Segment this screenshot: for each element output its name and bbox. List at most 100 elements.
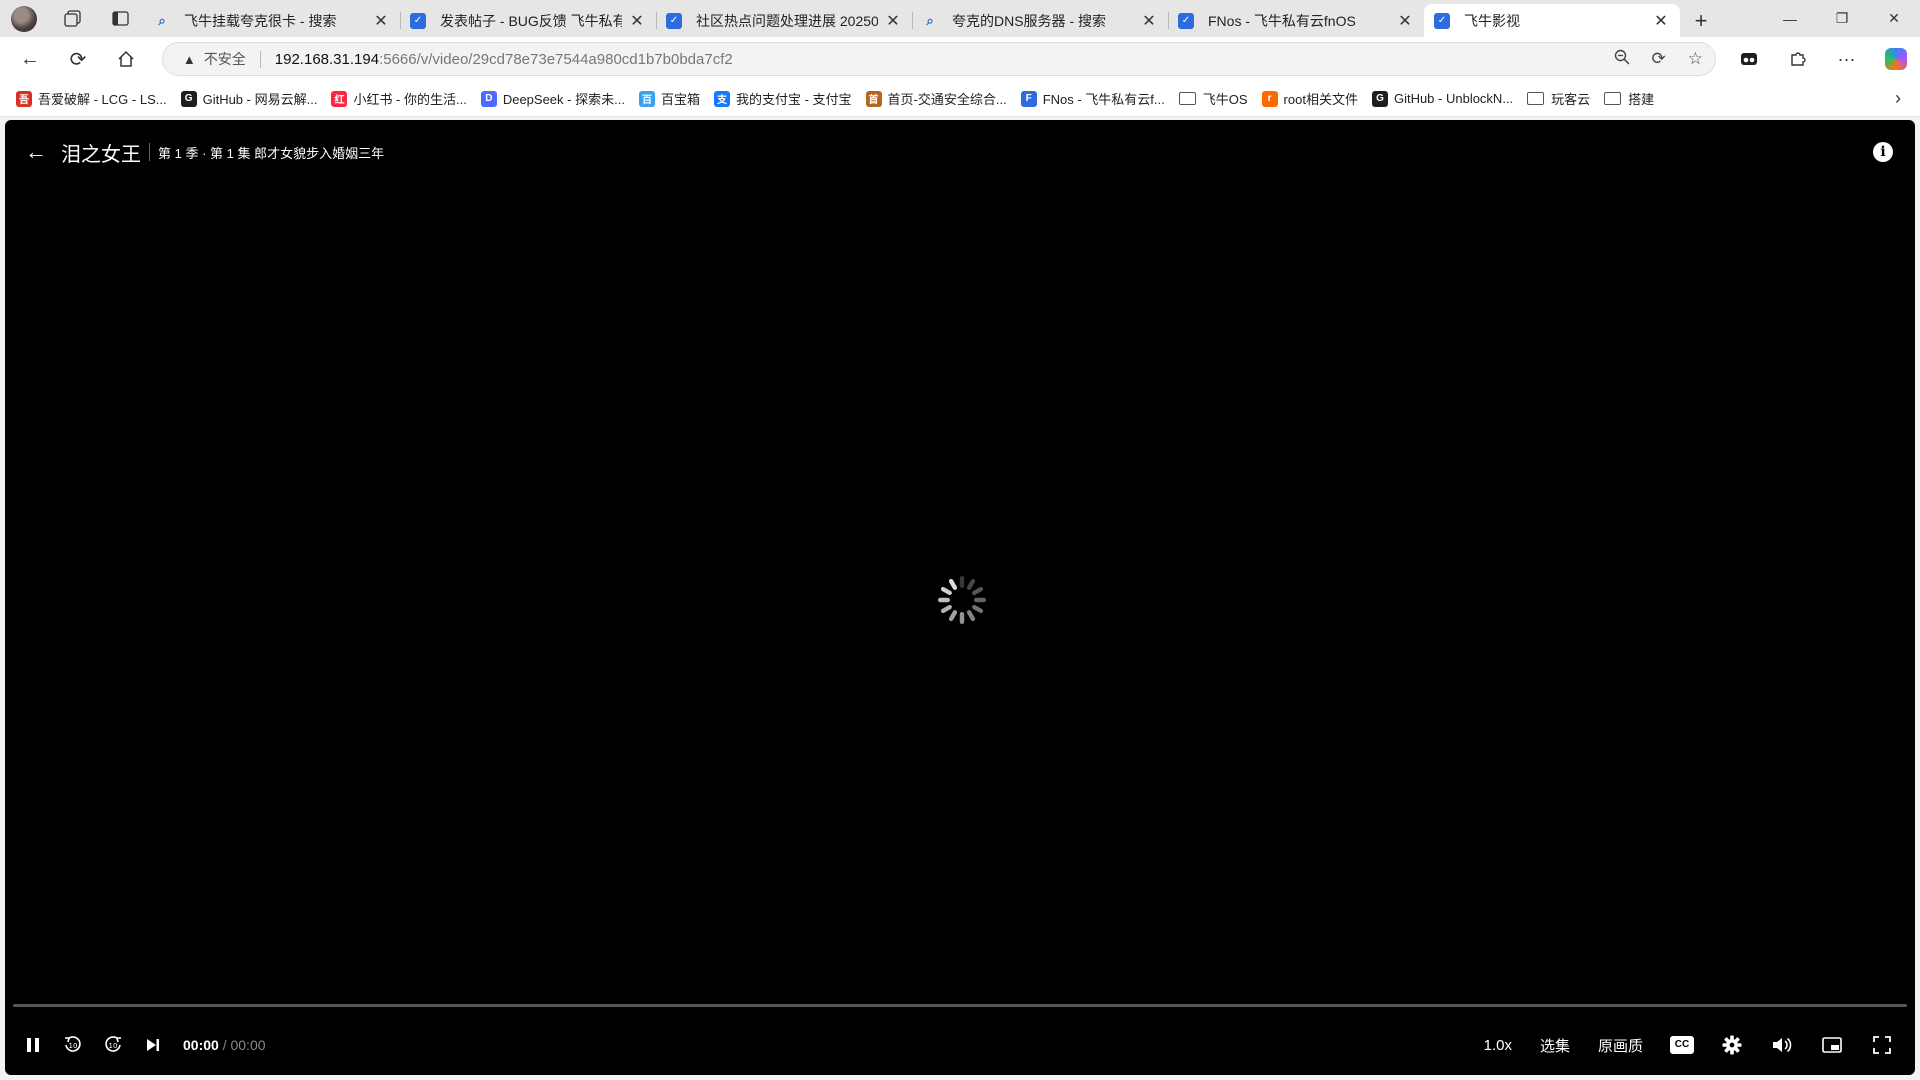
restore-button[interactable]: ❐ — [1816, 0, 1868, 37]
spinner-segment — [940, 604, 952, 614]
home-button[interactable] — [102, 37, 150, 81]
url-host[interactable]: 192.168.31.194 — [275, 51, 379, 68]
next-episode-button[interactable] — [133, 1025, 173, 1065]
new-tab-button[interactable]: + — [1680, 4, 1722, 37]
security-label[interactable]: 不安全 — [204, 49, 246, 69]
fnos-favicon-icon: ✓ — [666, 12, 682, 29]
bookmark-folder[interactable]: 搭建 — [1600, 85, 1664, 113]
fullscreen-button[interactable] — [1857, 1025, 1907, 1065]
bookmark-item[interactable]: F FNos - 飞牛私有云f... — [1017, 85, 1175, 113]
warning-icon[interactable]: ▲ — [183, 52, 196, 67]
more-menu-icon[interactable]: ··· — [1822, 37, 1871, 81]
extensions-puzzle-icon[interactable] — [1773, 37, 1822, 81]
address-separator — [259, 50, 261, 68]
refresh-button[interactable]: ⟳ — [54, 37, 102, 81]
copilot-button[interactable] — [1871, 37, 1920, 81]
back-button[interactable]: ← — [6, 37, 54, 81]
tab-close-icon[interactable]: ✕ — [1396, 11, 1414, 31]
bookmark-favicon-icon: G — [1371, 90, 1388, 107]
vertical-tabs-icon[interactable] — [96, 0, 144, 37]
progress-bar[interactable] — [13, 1004, 1907, 1007]
browser-tab[interactable]: ✓ FNos - 飞牛私有云fnOS ✕ — [1168, 4, 1424, 37]
close-window-button[interactable]: ✕ — [1868, 0, 1920, 37]
browser-tab-active[interactable]: ✓ 飞牛影视 ✕ — [1424, 4, 1680, 37]
workspaces-icon[interactable] — [48, 0, 96, 37]
player-controls-right: 1.0x 选集 原画质 CC — [1470, 1025, 1907, 1065]
tab-title: FNos - 飞牛私有云fnOS — [1208, 12, 1356, 29]
pause-button[interactable] — [13, 1025, 53, 1065]
bookmark-item[interactable]: 吾吾爱破解 - LCG - LS... — [12, 85, 177, 113]
extension-glasses-icon[interactable] — [1724, 37, 1773, 81]
minimize-button[interactable]: — — [1764, 0, 1816, 37]
bookmark-item[interactable]: 百百宝箱 — [635, 85, 710, 113]
zoom-icon[interactable] — [1614, 49, 1630, 70]
svg-text:10: 10 — [69, 1042, 78, 1050]
tab-list: ⌕ 飞牛挂载夸克很卡 - 搜索 ✕ ✓ 发表帖子 - BUG反馈 飞牛私有云 ✕ ✓ 社区热点… — [144, 4, 1680, 37]
bookmark-item[interactable]: G GitHub - UnblockN... — [1368, 85, 1523, 113]
bookmark-favicon-icon: r — [1261, 90, 1278, 107]
bookmark-item[interactable]: 首首页-交通安全综合... — [862, 85, 1017, 113]
tab-close-icon[interactable]: ✕ — [372, 11, 390, 31]
spinner-segment — [940, 586, 952, 596]
speed-button[interactable]: 1.0x — [1484, 1037, 1512, 1054]
bookmark-favicon-icon: 红 — [331, 90, 348, 107]
bookmark-label: 首页-交通安全综合... — [887, 92, 1007, 107]
browser-tab[interactable]: ⌕ 飞牛挂载夸克很卡 - 搜索 ✕ — [144, 4, 400, 37]
bookmark-label: 搭建 — [1628, 92, 1655, 107]
bookmark-favicon-icon: D — [480, 90, 497, 107]
tab-close-icon[interactable]: ✕ — [1140, 11, 1158, 31]
quality-button[interactable]: 原画质 — [1598, 1035, 1643, 1056]
player-controls: 10 10 00:00 / 00:00 1.0x 选集 原画质 CC — [5, 1020, 1915, 1070]
folder-icon — [1527, 92, 1545, 105]
bookmark-item[interactable]: 支我的支付宝 - 支付宝 — [710, 85, 862, 113]
bookmark-label: 吾爱破解 - LCG - LS... — [38, 92, 167, 107]
player-back-arrow-icon[interactable]: ← — [25, 139, 47, 165]
address-bar[interactable]: ▲ 不安全 192.168.31.194 :5666/v/video/29cd7… — [161, 42, 1716, 76]
translate-refresh-icon[interactable]: ⟳ — [1652, 49, 1666, 70]
bookmark-label: 百宝箱 — [660, 92, 700, 107]
bookmark-folder[interactable]: 玩客云 — [1523, 85, 1600, 113]
bookmarks-overflow-chevron-icon[interactable]: › — [1876, 88, 1920, 109]
pause-icon — [27, 1038, 39, 1052]
toolbar-right: ··· — [1724, 37, 1920, 81]
spinner-segment — [959, 576, 965, 588]
settings-button[interactable] — [1707, 1025, 1757, 1065]
episodes-button[interactable]: 选集 — [1540, 1035, 1570, 1056]
forward-10-button[interactable]: 10 — [93, 1025, 133, 1065]
volume-button[interactable] — [1757, 1025, 1807, 1065]
subtitles-button[interactable]: CC — [1657, 1025, 1707, 1065]
browser-tab[interactable]: ✓ 发表帖子 - BUG反馈 飞牛私有云 ✕ — [400, 4, 656, 37]
info-icon[interactable]: i — [1873, 142, 1893, 162]
bookmark-folder[interactable]: 飞牛OS — [1175, 85, 1258, 113]
url-path[interactable]: :5666/v/video/29cd78e73e7544a980cd1b7b0b… — [379, 51, 733, 68]
profile-button[interactable] — [0, 0, 48, 37]
tab-close-icon[interactable]: ✕ — [1652, 11, 1670, 31]
picture-in-picture-button[interactable] — [1807, 1025, 1857, 1065]
video-player[interactable]: ← 泪之女王 第 1 季 · 第 1 集 郎才女貌步入婚姻三年 i 10 10 … — [5, 120, 1915, 1075]
rewind-10-icon: 10 — [65, 1036, 81, 1052]
browser-tab[interactable]: ✓ 社区热点问题处理进展 2025041(✕ — [656, 4, 912, 37]
bookmarks-bar: 吾吾爱破解 - LCG - LS... G GitHub - 网易云解... 红小红书… — [0, 81, 1920, 117]
bookmark-item[interactable]: D DeepSeek - 探索未... — [477, 85, 635, 113]
time-current: 00:00 — [183, 1037, 219, 1053]
fnos-favicon-icon: ✓ — [1178, 12, 1194, 29]
favorite-star-icon[interactable]: ☆ — [1688, 49, 1703, 70]
tab-close-icon[interactable]: ✕ — [628, 11, 646, 31]
bookmark-favicon-icon: F — [1020, 90, 1037, 107]
rewind-10-button[interactable]: 10 — [53, 1025, 93, 1065]
search-favicon-icon: ⌕ — [158, 12, 166, 28]
bookmark-item[interactable]: 红小红书 - 你的生活... — [327, 85, 476, 113]
player-header: ← 泪之女王 第 1 季 · 第 1 集 郎才女貌步入婚姻三年 — [5, 120, 1915, 184]
tab-close-icon[interactable]: ✕ — [884, 11, 902, 31]
spinner-segment — [959, 612, 965, 624]
window-controls: — ❐ ✕ — [1764, 0, 1920, 37]
spinner-segment — [974, 597, 986, 603]
bookmark-list: 吾吾爱破解 - LCG - LS... G GitHub - 网易云解... 红小红书… — [12, 85, 1664, 113]
fnos-favicon-icon: ✓ — [1434, 12, 1450, 29]
bookmark-label: 飞牛OS — [1202, 92, 1248, 107]
time-display: 00:00 / 00:00 — [183, 1037, 266, 1053]
browser-tab[interactable]: ⌕ 夸克的DNS服务器 - 搜索 ✕ — [912, 4, 1168, 37]
bookmark-item[interactable]: r root相关文件 — [1258, 85, 1368, 113]
bookmark-item[interactable]: G GitHub - 网易云解... — [177, 85, 328, 113]
bookmark-label: root相关文件 — [1283, 92, 1358, 107]
